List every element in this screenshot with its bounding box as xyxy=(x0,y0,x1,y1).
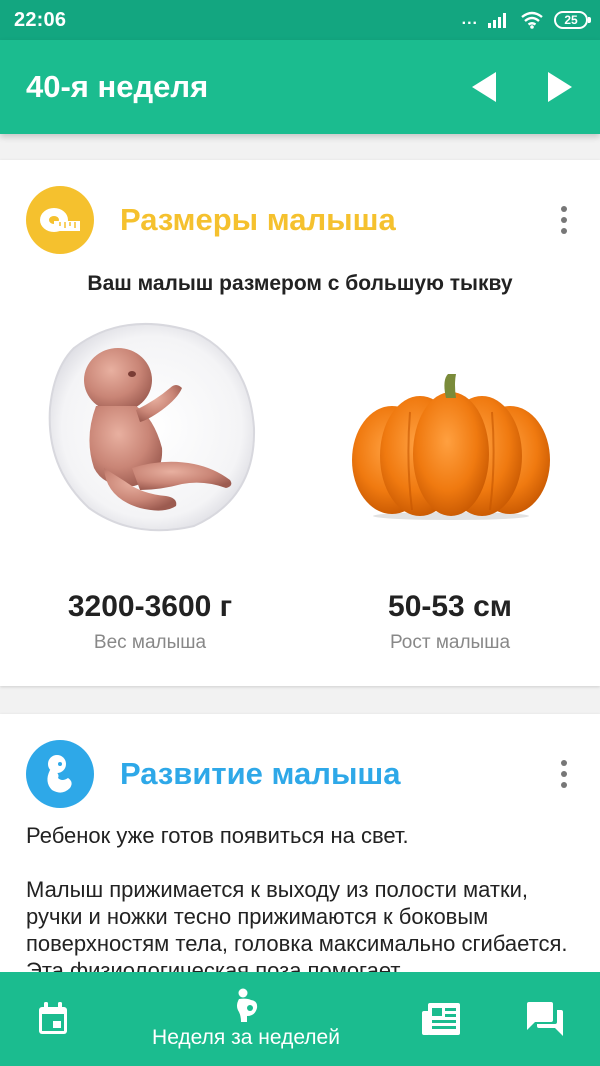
more-options-icon[interactable] xyxy=(552,754,576,794)
notification-dots: ... xyxy=(461,11,478,28)
baby-development-header: Развитие малыша xyxy=(26,740,576,808)
nav-chat[interactable] xyxy=(512,972,578,1066)
height-value: 50-53 см xyxy=(388,590,512,623)
nav-week-by-week-label: Неделя за неделей xyxy=(152,1026,340,1049)
weight-value: 3200-3600 г xyxy=(67,590,233,623)
measuring-tape-icon xyxy=(26,186,94,254)
week-title: 40-я неделя xyxy=(26,69,209,104)
more-options-icon[interactable] xyxy=(552,200,576,240)
calendar-icon xyxy=(39,1002,67,1034)
status-bar: 22:06 ... 25 xyxy=(0,0,600,40)
baby-development-title: Развитие малыша xyxy=(120,756,401,791)
development-text: Ребенок уже готов появиться на свет. Мал… xyxy=(26,822,576,984)
baby-development-card: Развитие малыша Ребенок уже готов появит… xyxy=(0,714,600,984)
size-comparison-text: Ваш малыш размером с большую тыкву xyxy=(87,272,513,295)
nav-calendar[interactable] xyxy=(20,972,86,1066)
development-paragraph: Малыш прижимается к выходу из полости ма… xyxy=(26,877,568,983)
bottom-navigation: Неделя за неделей xyxy=(0,972,600,1066)
week-navigation xyxy=(470,70,574,104)
app-bar: 40-я неделя xyxy=(0,40,600,134)
weight-label: Вес малыша xyxy=(93,632,207,653)
chat-icon xyxy=(527,1002,563,1036)
status-icons: ... 25 xyxy=(461,11,591,29)
articles-icon xyxy=(422,1003,460,1035)
battery-indicator: 25 xyxy=(554,11,591,29)
baby-size-card: Размеры малыша Ваш малыш размером с боль… xyxy=(0,160,600,686)
wifi-icon xyxy=(521,11,543,29)
baby-size-header: Размеры малыша xyxy=(26,186,576,254)
fetus-icon xyxy=(26,740,94,808)
baby-size-title: Размеры малыша xyxy=(120,202,396,237)
arrow-left-icon[interactable] xyxy=(470,70,498,104)
arrow-right-icon[interactable] xyxy=(546,70,574,104)
pumpkin-illustration xyxy=(352,374,550,520)
pregnant-icon xyxy=(237,988,258,1022)
development-paragraph: Ребенок уже готов появиться на свет. xyxy=(26,823,409,848)
signal-icon xyxy=(488,13,506,28)
fetus-illustration xyxy=(48,323,256,532)
status-time: 22:06 xyxy=(14,8,67,31)
nav-week-by-week[interactable]: Неделя за неделей xyxy=(130,972,362,1066)
nav-articles[interactable] xyxy=(408,972,474,1066)
height-label: Рост малыша xyxy=(389,632,511,653)
